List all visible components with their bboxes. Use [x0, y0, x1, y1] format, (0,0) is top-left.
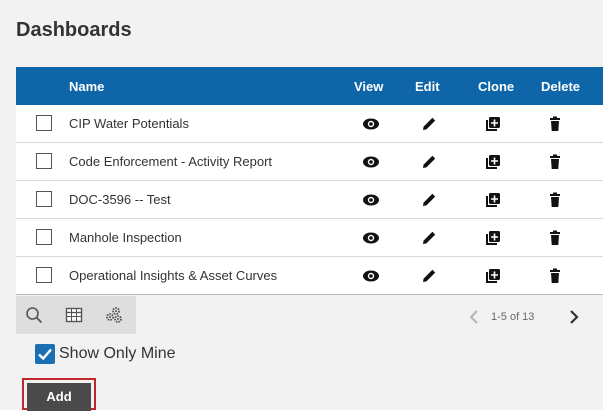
trash-icon[interactable] [546, 191, 564, 209]
table-toolbar [16, 296, 136, 334]
table-row: Operational Insights & Asset Curves [16, 257, 603, 295]
table-row: CIP Water Potentials [16, 105, 603, 143]
column-header-delete: Delete [541, 79, 581, 94]
dashboard-name: CIP Water Potentials [69, 116, 189, 131]
pencil-icon[interactable] [420, 267, 438, 285]
column-header-name[interactable]: Name [69, 79, 104, 94]
checkbox-checked-icon [35, 344, 55, 364]
trash-icon[interactable] [546, 267, 564, 285]
row-checkbox[interactable] [36, 229, 52, 245]
page-title: Dashboards [16, 19, 132, 41]
eye-icon[interactable] [362, 153, 380, 171]
row-checkbox[interactable] [36, 267, 52, 283]
pencil-icon[interactable] [420, 153, 438, 171]
dashboard-name: Code Enforcement - Activity Report [69, 154, 273, 169]
pencil-icon[interactable] [420, 229, 438, 247]
dashboard-name: Operational Insights & Asset Curves [69, 268, 278, 283]
add-button-highlight: Add [22, 378, 96, 411]
column-header-clone: Clone [478, 79, 515, 94]
clone-icon[interactable] [484, 153, 502, 171]
column-header-edit: Edit [415, 79, 440, 94]
show-only-mine-label: Show Only Mine [59, 345, 176, 362]
dashboard-name: Manhole Inspection [69, 230, 182, 245]
grid-icon[interactable] [65, 306, 83, 324]
table-row: DOC-3596 -- Test [16, 181, 603, 219]
clone-icon[interactable] [484, 229, 502, 247]
eye-icon[interactable] [362, 229, 380, 247]
table-row: Manhole Inspection [16, 219, 603, 257]
search-icon[interactable] [25, 306, 43, 324]
gears-icon[interactable] [105, 306, 123, 324]
dashboards-panel: Dashboards Name View Edit Clone Delete C… [0, 0, 603, 411]
trash-icon[interactable] [546, 153, 564, 171]
pencil-icon[interactable] [420, 115, 438, 133]
column-header-view: View [354, 79, 384, 94]
table-header: Name View Edit Clone Delete [16, 67, 603, 105]
add-button[interactable]: Add [27, 383, 91, 411]
next-page-icon[interactable] [568, 309, 580, 325]
eye-icon[interactable] [362, 191, 380, 209]
clone-icon[interactable] [484, 115, 502, 133]
row-checkbox[interactable] [36, 191, 52, 207]
dashboards-table: Name View Edit Clone Delete CIP Water Po… [16, 67, 603, 295]
clone-icon[interactable] [484, 267, 502, 285]
row-checkbox[interactable] [36, 153, 52, 169]
eye-icon[interactable] [362, 115, 380, 133]
table-row: Code Enforcement - Activity Report [16, 143, 603, 181]
dashboard-name: DOC-3596 -- Test [69, 192, 171, 207]
row-checkbox[interactable] [36, 115, 52, 131]
eye-icon[interactable] [362, 267, 380, 285]
clone-icon[interactable] [484, 191, 502, 209]
pagination-text: 1-5 of 13 [491, 311, 535, 323]
trash-icon[interactable] [546, 229, 564, 247]
previous-page-icon[interactable] [468, 309, 480, 325]
trash-icon[interactable] [546, 115, 564, 133]
pencil-icon[interactable] [420, 191, 438, 209]
